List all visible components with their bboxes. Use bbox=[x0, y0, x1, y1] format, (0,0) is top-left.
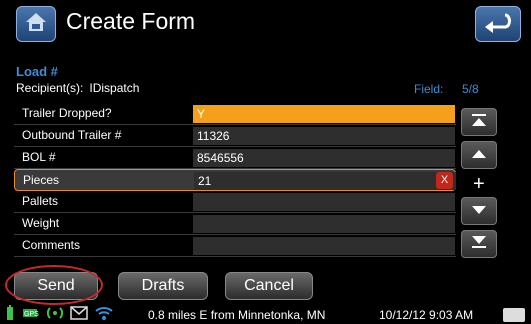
pallets-input[interactable] bbox=[193, 193, 455, 211]
field-counter-label: Field: bbox=[414, 82, 444, 96]
cancel-button[interactable]: Cancel bbox=[225, 272, 313, 300]
load-label: Load # bbox=[16, 64, 58, 79]
home-icon bbox=[23, 10, 49, 39]
comments-input[interactable] bbox=[193, 237, 455, 255]
chevron-down-icon bbox=[471, 202, 487, 220]
status-icons: GPS bbox=[6, 304, 114, 324]
trailer-dropped-input[interactable]: Y bbox=[193, 105, 455, 123]
field-label: Pieces bbox=[23, 173, 60, 187]
signal-icon bbox=[46, 305, 64, 324]
mail-icon bbox=[70, 305, 88, 324]
bol-input[interactable]: 8546556 bbox=[193, 149, 455, 167]
field-label: Trailer Dropped? bbox=[22, 106, 112, 120]
recipients-value: IDispatch bbox=[89, 81, 140, 95]
battery-icon bbox=[6, 304, 14, 324]
wifi-icon bbox=[94, 305, 114, 324]
scroll-up-button[interactable] bbox=[461, 141, 497, 169]
location-text: 0.8 miles E from Minnetonka, MN bbox=[148, 308, 326, 322]
back-arrow-icon bbox=[483, 11, 513, 38]
field-label: Pallets bbox=[22, 194, 59, 208]
back-button[interactable] bbox=[475, 6, 521, 42]
field-label: Outbound Trailer # bbox=[22, 128, 122, 142]
add-field-button[interactable]: + bbox=[473, 174, 485, 194]
field-counter-value: 5/8 bbox=[462, 82, 479, 96]
form-row-weight[interactable]: Weight bbox=[14, 213, 456, 235]
send-highlight-ring bbox=[5, 265, 103, 305]
form-row-pieces[interactable]: Pieces 21 X bbox=[14, 169, 456, 191]
form-row-bol[interactable]: BOL # 8546556 bbox=[14, 147, 456, 169]
form-row-outbound-trailer[interactable]: Outbound Trailer # 11326 bbox=[14, 125, 456, 147]
pieces-input[interactable]: 21 bbox=[194, 172, 456, 190]
weight-input[interactable] bbox=[193, 215, 455, 233]
clear-field-button[interactable]: X bbox=[436, 172, 453, 189]
form-fields: Trailer Dropped? Y Outbound Trailer # 11… bbox=[14, 103, 456, 257]
drafts-button[interactable]: Drafts bbox=[118, 272, 208, 300]
gps-icon: GPS bbox=[20, 305, 40, 324]
field-label: BOL # bbox=[22, 150, 56, 164]
form-row-pallets[interactable]: Pallets bbox=[14, 191, 456, 213]
svg-text:GPS: GPS bbox=[24, 311, 39, 318]
field-label: Weight bbox=[22, 216, 60, 230]
chevron-up-icon bbox=[471, 146, 487, 164]
scroll-to-bottom-icon bbox=[470, 235, 488, 254]
outbound-trailer-input[interactable]: 11326 bbox=[193, 127, 455, 145]
form-row-comments[interactable]: Comments bbox=[14, 235, 456, 257]
status-bar: GPS 0.8 miles E from Minnetonka, MN 10/1… bbox=[0, 304, 531, 324]
home-button[interactable] bbox=[16, 6, 56, 42]
scroll-top-button[interactable] bbox=[461, 108, 497, 136]
page-title: Create Form bbox=[66, 8, 196, 34]
field-label: Comments bbox=[22, 238, 81, 252]
keyboard-icon[interactable] bbox=[503, 308, 525, 322]
form-row-trailer-dropped[interactable]: Trailer Dropped? Y bbox=[14, 103, 456, 125]
scroll-down-button[interactable] bbox=[461, 197, 497, 225]
datetime-text: 10/12/12 9:03 AM bbox=[379, 308, 474, 322]
recipients-label: Recipient(s): bbox=[16, 81, 84, 95]
header-bar: Create Form bbox=[0, 0, 531, 50]
recipients-line: Recipient(s): IDispatch bbox=[16, 81, 139, 95]
scroll-bottom-button[interactable] bbox=[461, 230, 497, 258]
scroll-to-top-icon bbox=[470, 113, 488, 132]
